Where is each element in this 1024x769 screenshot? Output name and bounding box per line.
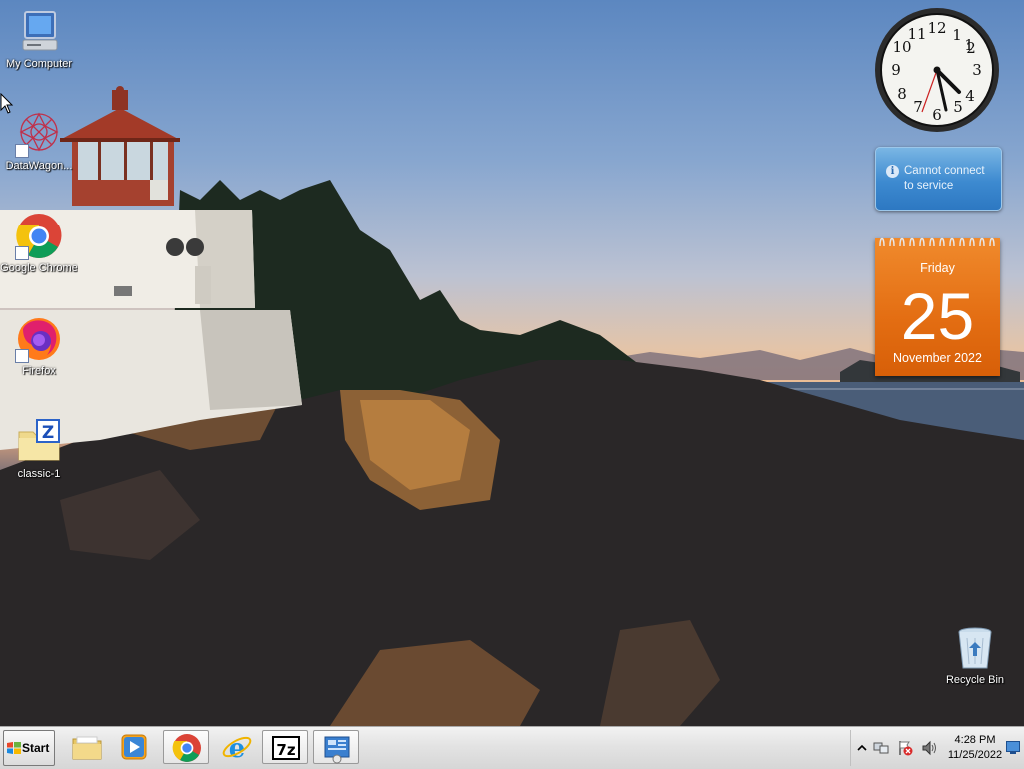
mouse-cursor-icon	[0, 93, 14, 114]
analog-clock-face: 12 1 . 3 4 5 6 7 8 9 10 11 1 2	[875, 8, 999, 132]
taskbar-button-google-chrome[interactable]	[163, 730, 209, 764]
taskbar-button-control-panel[interactable]	[313, 730, 359, 764]
shortcut-arrow-icon	[15, 144, 29, 158]
svg-text:1: 1	[952, 26, 962, 44]
clock-gadget[interactable]: 12 1 . 3 4 5 6 7 8 9 10 11 1 2	[873, 6, 1001, 134]
start-label: Start	[22, 741, 50, 755]
calendar-weekday: Friday	[920, 261, 955, 275]
desktop-icon-label: DataWagon...	[5, 160, 73, 172]
svg-text:7: 7	[913, 98, 923, 116]
desktop-icon-label: Recycle Bin	[945, 674, 1005, 686]
svg-text:9: 9	[891, 61, 901, 79]
desktop-icon-label: Firefox	[22, 365, 56, 377]
taskbar-button-media-player[interactable]	[111, 730, 157, 764]
chrome-icon	[15, 212, 63, 260]
desktop-icon-label: Google Chrome	[0, 262, 78, 274]
svg-text:12: 12	[927, 19, 946, 37]
system-tray: 4:28 PM 11/25/2022	[850, 730, 1024, 766]
desktop-wallpaper	[0, 0, 1024, 726]
taskbar-date: 11/25/2022	[947, 749, 1003, 761]
volume-icon[interactable]	[921, 740, 937, 756]
show-desktop-button[interactable]	[1006, 741, 1020, 754]
svg-text:5: 5	[953, 98, 963, 116]
calendar-month-year: November 2022	[893, 351, 982, 365]
calendar-day-number: 25	[900, 279, 975, 353]
action-center-flag-icon[interactable]	[897, 740, 913, 756]
svg-text:3: 3	[972, 61, 982, 79]
svg-text:8: 8	[897, 85, 907, 103]
info-icon: i	[886, 165, 899, 178]
taskbar-button-windows-explorer[interactable]	[64, 730, 110, 764]
start-button[interactable]: Start	[3, 730, 55, 766]
taskbar: Start e 7z 4:28 PM 11/25/2022	[0, 726, 1024, 769]
desktop-icon-datawagon[interactable]: DataWagon...	[0, 110, 78, 173]
taskbar-clock[interactable]: 4:28 PM 11/25/2022	[945, 733, 1005, 763]
computer-icon	[15, 8, 63, 56]
svg-text:Z: Z	[42, 423, 54, 443]
control-panel-icon	[324, 736, 350, 764]
firefox-icon	[15, 315, 63, 363]
datawagon-icon	[15, 110, 63, 158]
network-icon[interactable]	[873, 740, 889, 756]
media-player-icon	[121, 734, 147, 760]
desktop-icon-label: classic-1	[17, 468, 61, 480]
calendar-binder-rings	[879, 237, 995, 246]
svg-text:2: 2	[966, 39, 976, 57]
svg-text:4: 4	[965, 87, 975, 105]
internet-explorer-icon: e	[222, 734, 252, 763]
windows-logo-icon	[7, 742, 21, 754]
lighthouse-landscape-image	[0, 86, 1024, 726]
taskbar-button-7zip[interactable]: 7z	[262, 730, 308, 764]
sevenzip-icon: 7z	[272, 736, 300, 760]
calendar-gadget[interactable]: Friday 25 November 2022	[875, 237, 1000, 376]
desktop-icon-classic-1[interactable]: Z classic-1	[0, 418, 78, 481]
weather-status-message: Cannot connect to service	[904, 165, 985, 192]
svg-text:11: 11	[907, 25, 926, 43]
desktop-icon-label: My Computer	[5, 58, 73, 70]
taskbar-time: 4:28 PM	[954, 734, 996, 746]
zip-archive-icon: Z	[15, 418, 63, 466]
svg-text:6: 6	[932, 106, 942, 124]
svg-text:7z: 7z	[276, 741, 295, 759]
recycle-bin-icon	[951, 624, 999, 672]
show-hidden-icons-chevron[interactable]	[854, 740, 870, 756]
desktop-icon-my-computer[interactable]: My Computer	[0, 8, 78, 71]
desktop-icon-recycle-bin[interactable]: Recycle Bin	[936, 624, 1014, 687]
taskbar-button-internet-explorer[interactable]: e	[214, 730, 260, 764]
shortcut-arrow-icon	[15, 246, 29, 260]
shortcut-arrow-icon	[15, 349, 29, 363]
desktop-icon-firefox[interactable]: Firefox	[0, 315, 78, 378]
weather-gadget[interactable]: i Cannot connect to service	[875, 147, 1002, 211]
chrome-icon	[172, 734, 201, 762]
folder-icon	[72, 736, 102, 760]
desktop-icon-google-chrome[interactable]: Google Chrome	[0, 212, 78, 275]
